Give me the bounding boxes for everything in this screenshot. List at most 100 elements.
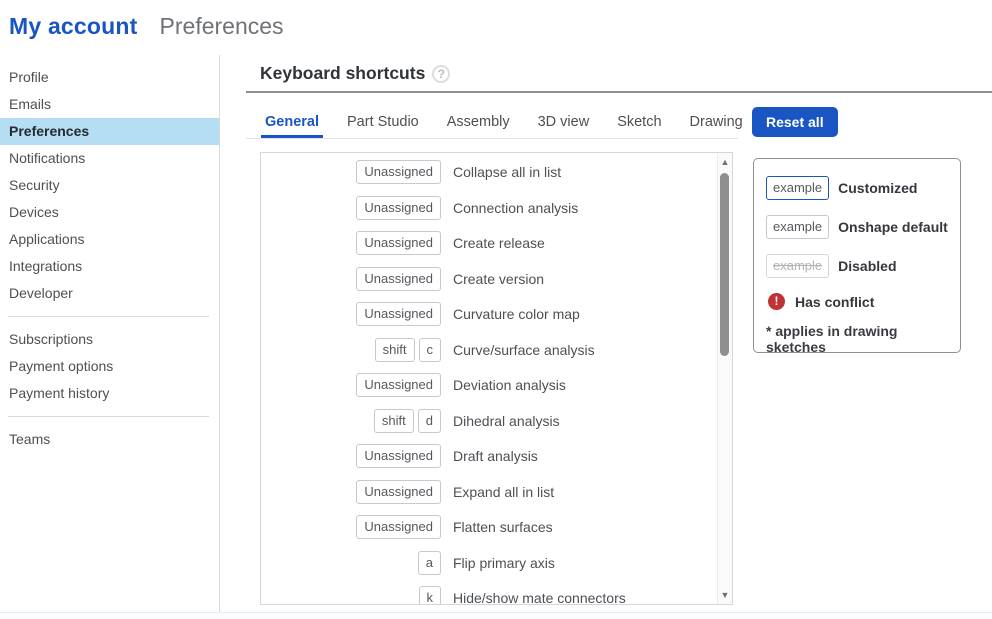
shortcut-label: Draft analysis [453,444,538,468]
shortcut-row: Unassigned Curvature color map [261,302,732,326]
sidebar-item-devices[interactable]: Devices [0,199,219,226]
scrollbar[interactable]: ▲ ▼ [717,153,732,604]
tab-general[interactable]: General [261,108,323,138]
page-title: Preferences [160,13,284,40]
shortcut-label: Create version [453,267,544,291]
tab-assembly[interactable]: Assembly [443,108,514,138]
sidebar-item-label: Preferences [9,123,89,139]
legend-conflict: ! Has conflict [766,293,948,310]
legend-box: example Customized example Onshape defau… [753,158,961,353]
shortcut-key[interactable]: Unassigned [356,160,441,184]
sidebar-item-label: Subscriptions [9,331,93,347]
legend-customized: example Customized [766,176,948,200]
legend-customized-label: Customized [838,180,917,196]
shortcut-tabs: GeneralPart StudioAssembly3D viewSketchD… [246,108,738,139]
shortcut-key[interactable]: Unassigned [356,444,441,468]
shortcut-keys: k [261,586,441,605]
conflict-icon: ! [768,293,785,310]
sidebar-item-integrations[interactable]: Integrations [0,253,219,280]
legend-disabled-label: Disabled [838,258,896,274]
sidebar-item-label: Payment options [9,358,113,374]
example-key-customized: example [766,176,829,200]
legend-default-label: Onshape default [838,219,948,235]
shortcut-list: ▲ ▼ Unassigned Collapse all in list Unassi… [260,152,733,605]
shortcut-key[interactable]: Unassigned [356,515,441,539]
sidebar-item-label: Devices [9,204,59,220]
sidebar-item-preferences[interactable]: Preferences [0,118,219,145]
keyboard-shortcuts-title: Keyboard shortcuts [260,63,425,84]
sidebar-item-label: Security [9,177,60,193]
legend-note: * applies in drawing sketches [766,323,948,355]
sidebar-divider [8,316,209,317]
page-header: My account Preferences [0,0,992,55]
shortcut-key[interactable]: shift [374,409,414,433]
shortcut-key[interactable]: shift [375,338,415,362]
scrollbar-thumb[interactable] [720,173,729,356]
shortcut-key[interactable]: d [418,409,441,433]
shortcut-keys: a [261,551,441,575]
shortcut-label: Flip primary axis [453,551,555,575]
shortcut-row: kHide/show mate connectors [261,586,732,605]
tab-sketch[interactable]: Sketch [613,108,665,138]
shortcut-key[interactable]: Unassigned [356,302,441,326]
shortcut-row: UnassignedDeviation analysis [261,373,732,397]
shortcut-row: a Flip primary axis [261,551,732,575]
tab-part-studio[interactable]: Part Studio [343,108,423,138]
shortcut-keys: Unassigned [261,302,441,326]
shortcut-label: Expand all in list [453,480,554,504]
sidebar-item-label: Payment history [9,385,109,401]
shortcut-keys: Unassigned [261,196,441,220]
sidebar-item-label: Profile [9,69,49,85]
shortcut-key[interactable]: Unassigned [356,480,441,504]
scroll-down-icon[interactable]: ▼ [718,588,732,602]
sidebar-item-payment-options[interactable]: Payment options [0,353,219,380]
reset-all-button[interactable]: Reset all [752,107,838,137]
tab-drawing[interactable]: Drawing [686,108,747,138]
shortcut-keys: Unassigned [261,373,441,397]
sidebar-item-notifications[interactable]: Notifications [0,145,219,172]
shortcut-label: Connection analysis [453,196,578,220]
sidebar-item-label: Developer [9,285,73,301]
sidebar: Profile Emails Preferences Notifications Sec… [0,55,220,612]
title-divider [246,91,992,93]
shortcut-row: Unassigned Draft analysis [261,444,732,468]
shortcut-key[interactable]: Unassigned [356,196,441,220]
sidebar-item-label: Notifications [9,150,85,166]
sidebar-item-security[interactable]: Security [0,172,219,199]
sidebar-item-developer[interactable]: Developer [0,280,219,307]
shortcut-keys: Unassigned [261,444,441,468]
sidebar-item-emails[interactable]: Emails [0,91,219,118]
shortcut-key[interactable]: k [419,586,442,605]
shortcut-key[interactable]: c [419,338,442,362]
shortcut-row: Unassigned Flatten surfaces [261,515,732,539]
shortcut-row: UnassignedCreate release [261,231,732,255]
shortcut-key[interactable]: Unassigned [356,373,441,397]
sidebar-item-subscriptions[interactable]: Subscriptions [0,326,219,353]
shortcut-keys: Unassigned [261,231,441,255]
sidebar-item-applications[interactable]: Applications [0,226,219,253]
tab-3d-view[interactable]: 3D view [534,108,594,138]
sidebar-item-label: Emails [9,96,51,112]
shortcut-label: Curve/surface analysis [453,338,595,362]
legend-disabled: example Disabled [766,254,948,278]
sidebar-item-profile[interactable]: Profile [0,64,219,91]
shortcut-keys: Unassigned [261,267,441,291]
shortcut-label: Flatten surfaces [453,515,553,539]
shortcut-key[interactable]: Unassigned [356,267,441,291]
shortcut-label: Collapse all in list [453,160,561,184]
sidebar-item-label: Teams [9,431,50,447]
shortcut-label: Curvature color map [453,302,580,326]
my-account-title[interactable]: My account [9,13,138,40]
shortcut-keys: Unassigned [261,515,441,539]
shortcut-keys: Unassigned [261,480,441,504]
shortcut-key[interactable]: a [418,551,441,575]
sidebar-item-label: Integrations [9,258,82,274]
shortcut-keys: shiftc [261,338,441,362]
shortcut-keys: Unassigned [261,160,441,184]
sidebar-item-payment-history[interactable]: Payment history [0,380,219,407]
shortcut-keys: shiftd [261,409,441,433]
shortcut-key[interactable]: Unassigned [356,231,441,255]
help-icon[interactable]: ? [432,65,450,83]
scroll-up-icon[interactable]: ▲ [718,155,732,169]
sidebar-item-teams[interactable]: Teams [0,426,219,453]
